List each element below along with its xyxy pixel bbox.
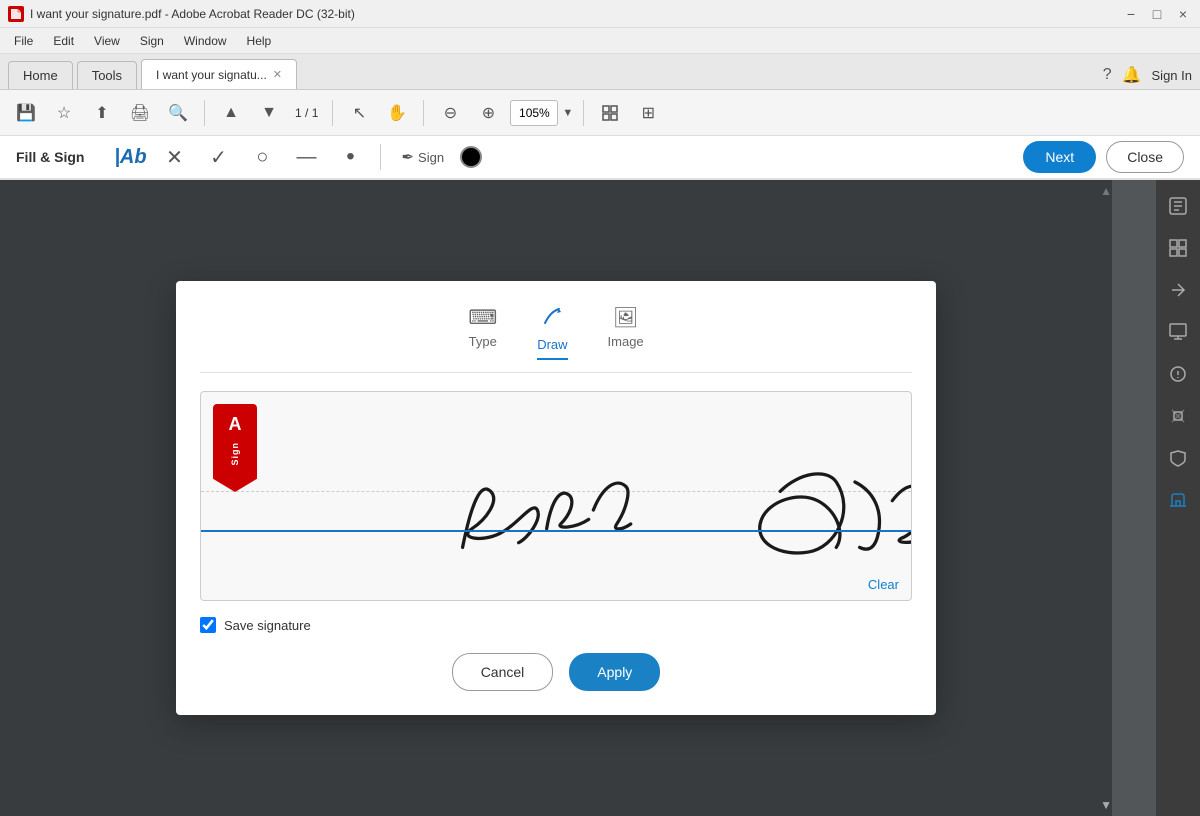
sidebar-btn-3[interactable] — [1160, 272, 1196, 308]
menu-edit[interactable]: Edit — [45, 31, 82, 51]
tab-image-label: Image — [608, 334, 644, 349]
sign-in-button[interactable]: Sign In — [1152, 68, 1192, 83]
menu-help[interactable]: Help — [239, 31, 280, 51]
dialog-overlay: ⌨ Type Draw 🖼 Image — [0, 180, 1112, 816]
save-signature-row: Save signature — [200, 617, 912, 633]
save-signature-checkbox[interactable] — [200, 617, 216, 633]
scroll-down-indicator[interactable]: ▼ — [1100, 798, 1112, 812]
upload-button[interactable]: ⬆ — [86, 97, 118, 129]
page-number: 1 / 1 — [295, 106, 318, 120]
pdf-area: ▲ ⌨ Type Draw — [0, 180, 1156, 816]
sign-button[interactable]: ✒ Sign — [393, 139, 452, 175]
tab-draw-label: Draw — [537, 337, 567, 352]
print-button[interactable]: 🖨 — [124, 97, 156, 129]
divider-3 — [423, 100, 424, 126]
zoom-dropdown-icon[interactable]: ▼ — [562, 107, 573, 119]
zoom-input[interactable] — [510, 100, 558, 126]
zoom-in-button[interactable]: ⊕ — [472, 97, 504, 129]
cancel-button[interactable]: Cancel — [452, 653, 554, 691]
sidebar-btn-6[interactable] — [1160, 398, 1196, 434]
menu-window[interactable]: Window — [176, 31, 235, 51]
app-title: I want your signature.pdf - Adobe Acroba… — [30, 7, 355, 21]
sidebar-btn-5[interactable] — [1160, 356, 1196, 392]
type-icon: ⌨ — [468, 305, 497, 330]
search-button[interactable]: 🔍 — [162, 97, 194, 129]
dialog-tabs: ⌨ Type Draw 🖼 Image — [200, 305, 912, 373]
main-content: ▲ ⌨ Type Draw — [0, 180, 1200, 816]
right-sidebar — [1156, 180, 1200, 816]
cursor-tool[interactable]: ↖ — [343, 97, 375, 129]
scroll-down-button[interactable]: ▼ — [253, 97, 285, 129]
sidebar-btn-1[interactable] — [1160, 188, 1196, 224]
tab-document-label: I want your signatu... — [156, 68, 267, 82]
tab-type[interactable]: ⌨ Type — [468, 305, 497, 360]
check-tool[interactable]: ✓ — [200, 139, 236, 175]
tab-close-icon[interactable]: ✕ — [273, 68, 282, 81]
text-tool[interactable]: |Ab — [112, 139, 148, 175]
apply-button[interactable]: Apply — [569, 653, 660, 691]
sidebar-btn-2[interactable] — [1160, 230, 1196, 266]
signature-dialog: ⌨ Type Draw 🖼 Image — [176, 281, 936, 715]
minimize-button[interactable]: − — [1122, 5, 1140, 23]
maximize-button[interactable]: □ — [1148, 5, 1166, 23]
fit-page-button[interactable] — [594, 97, 626, 129]
divider-2 — [332, 100, 333, 126]
tab-type-label: Type — [469, 334, 497, 349]
fill-sign-title: Fill & Sign — [16, 149, 84, 165]
signature-drawing — [201, 392, 911, 600]
scroll-up-button[interactable]: ▲ — [215, 97, 247, 129]
hand-tool[interactable]: ✋ — [381, 97, 413, 129]
tab-home[interactable]: Home — [8, 61, 73, 89]
sidebar-btn-8[interactable] — [1160, 482, 1196, 518]
tab-tools[interactable]: Tools — [77, 61, 137, 89]
tab-draw[interactable]: Draw — [537, 305, 567, 360]
color-picker[interactable] — [460, 146, 482, 168]
circle-tool[interactable]: ○ — [244, 139, 280, 175]
next-button[interactable]: Next — [1023, 141, 1096, 173]
line-tool[interactable]: — — [288, 139, 324, 175]
dialog-buttons: Cancel Apply — [200, 653, 912, 691]
title-bar: I want your signature.pdf - Adobe Acroba… — [0, 0, 1200, 28]
bell-icon[interactable]: 🔔 — [1122, 65, 1142, 85]
save-button[interactable]: 💾 — [10, 97, 42, 129]
draw-icon — [541, 305, 563, 333]
rotate-button[interactable]: ⊞ — [632, 97, 664, 129]
zoom-out-button[interactable]: ⊖ — [434, 97, 466, 129]
app-icon — [8, 6, 24, 22]
help-icon[interactable]: ? — [1103, 66, 1112, 84]
signature-canvas[interactable]: A Sign Clear — [200, 391, 912, 601]
tab-tools-label: Tools — [92, 68, 122, 83]
tab-image[interactable]: 🖼 Image — [608, 305, 644, 360]
zoom-area: ▼ — [510, 100, 573, 126]
image-icon: 🖼 — [613, 305, 638, 330]
fill-sign-toolbar: Fill & Sign |Ab ✕ ✓ ○ — • ✒ Sign Next Cl… — [0, 136, 1200, 180]
window-controls[interactable]: − □ × — [1122, 5, 1192, 23]
tab-document[interactable]: I want your signatu... ✕ — [141, 59, 297, 89]
menu-view[interactable]: View — [86, 31, 128, 51]
divider-4 — [583, 100, 584, 126]
signature-baseline — [201, 530, 911, 532]
cross-tool[interactable]: ✕ — [156, 139, 192, 175]
menu-sign[interactable]: Sign — [132, 31, 172, 51]
sidebar-btn-7[interactable] — [1160, 440, 1196, 476]
sign-label: Sign — [418, 150, 444, 165]
bookmark-button[interactable]: ☆ — [48, 97, 80, 129]
sidebar-btn-4[interactable] — [1160, 314, 1196, 350]
dot-tool[interactable]: • — [332, 139, 368, 175]
divider-1 — [204, 100, 205, 126]
save-signature-label: Save signature — [224, 618, 311, 633]
clear-button[interactable]: Clear — [868, 577, 899, 592]
close-button[interactable]: × — [1174, 5, 1192, 23]
sign-pen-icon: ✒ — [401, 148, 414, 166]
sign-divider — [380, 144, 381, 170]
menu-bar: File Edit View Sign Window Help — [0, 28, 1200, 54]
tab-bar: Home Tools I want your signatu... ✕ ? 🔔 … — [0, 54, 1200, 90]
menu-file[interactable]: File — [6, 31, 41, 51]
toolbar: 💾 ☆ ⬆ 🖨 🔍 ▲ ▼ 1 / 1 ↖ ✋ ⊖ ⊕ ▼ ⊞ — [0, 90, 1200, 136]
tab-home-label: Home — [23, 68, 58, 83]
close-button[interactable]: Close — [1106, 141, 1184, 173]
